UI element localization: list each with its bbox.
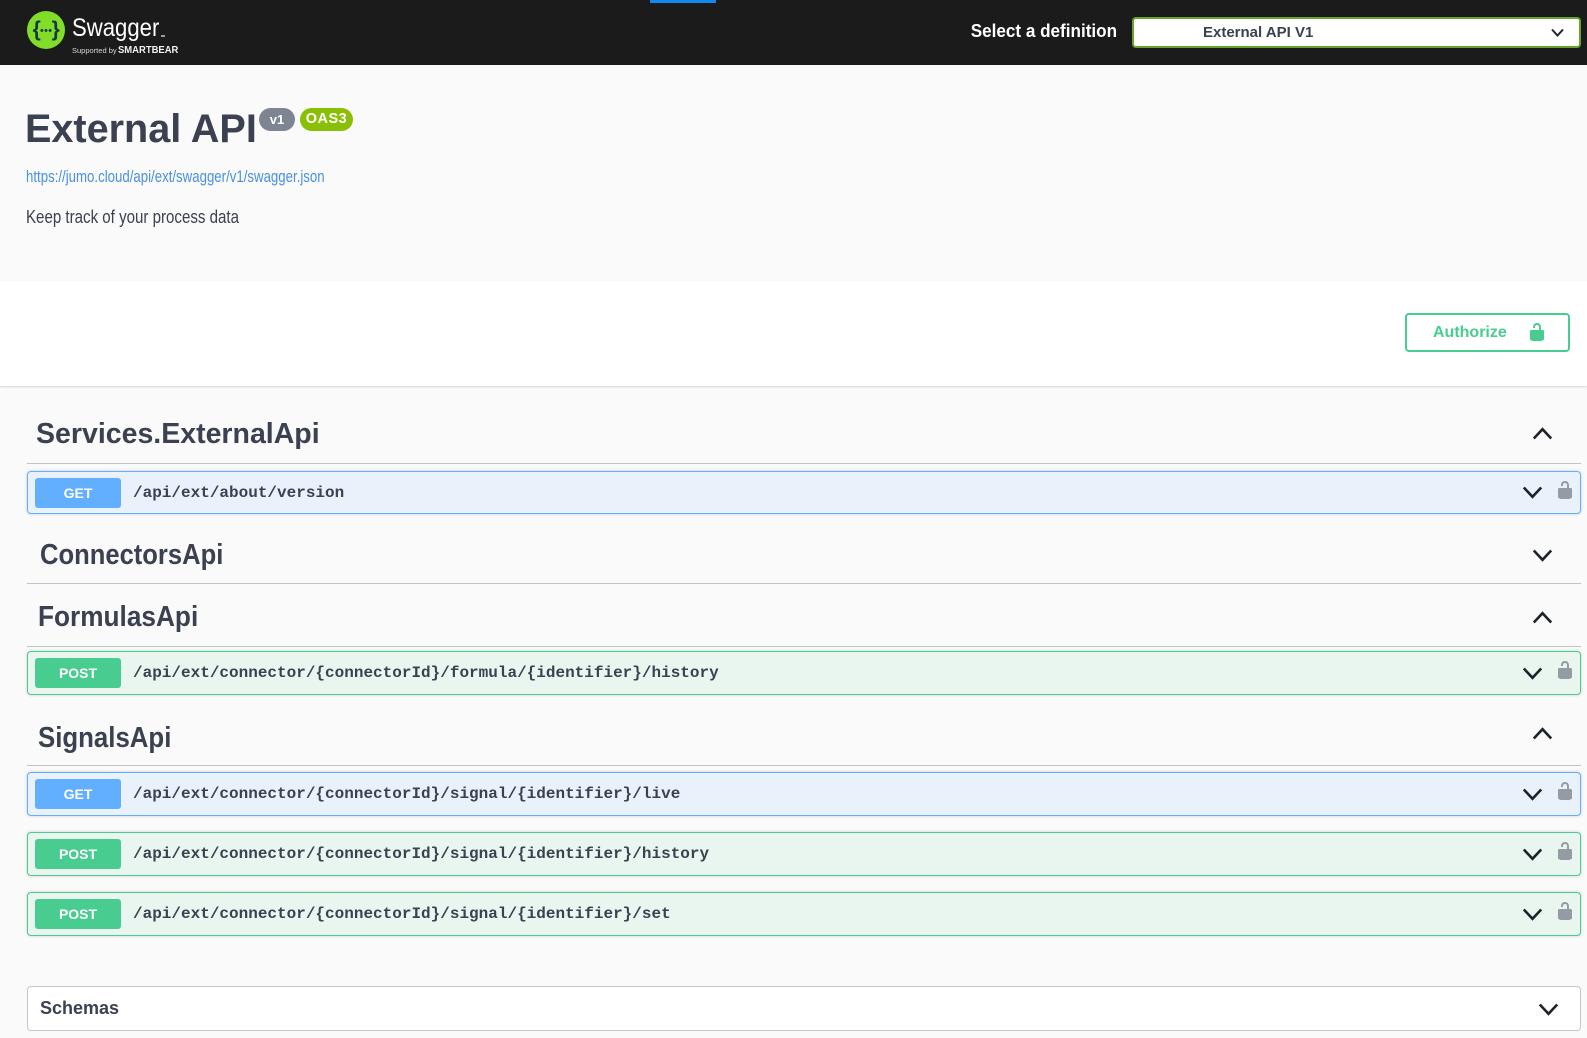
svg-text:{: { <box>33 18 41 41</box>
svg-text:}: } <box>52 18 60 41</box>
